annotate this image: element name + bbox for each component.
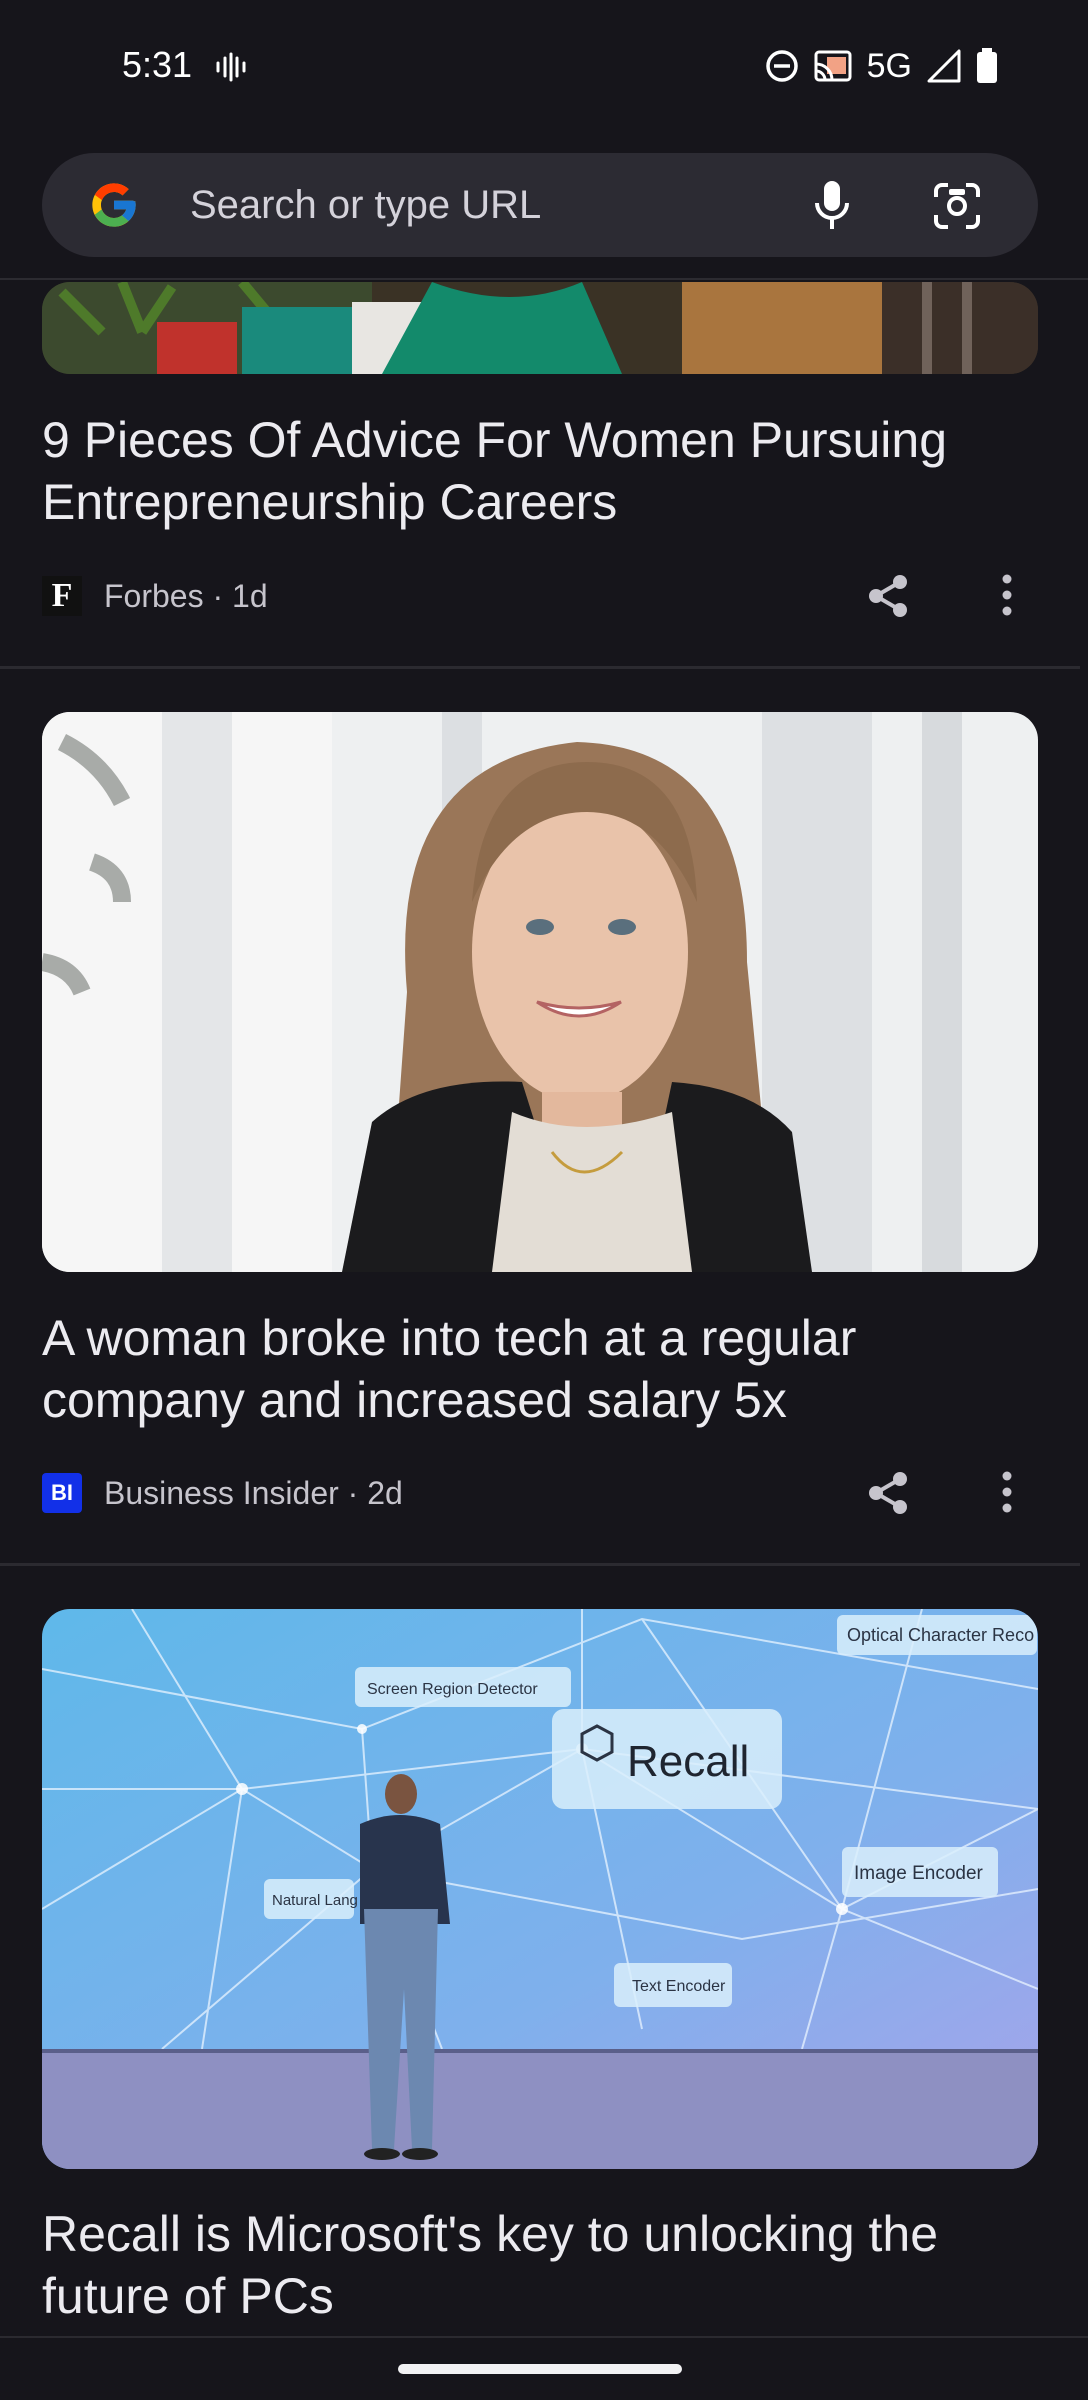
meta-separator: · — [338, 1474, 368, 1511]
article-title[interactable]: 9 Pieces Of Advice For Women Pursuing En… — [42, 409, 1042, 533]
article-age: 2d — [367, 1474, 403, 1511]
meta-separator: · — [203, 577, 233, 614]
omnibox[interactable]: Search or type URL — [42, 153, 1038, 257]
article-title[interactable]: Recall is Microsoft's key to unlocking t… — [42, 2203, 1042, 2327]
battery-icon — [977, 48, 997, 83]
article-meta: BI Business Insider · 2d — [42, 1473, 403, 1513]
source-icon-text: BI — [51, 1480, 73, 1505]
business-insider-logo-icon: BI — [42, 1473, 82, 1513]
lens-icon[interactable] — [932, 181, 982, 231]
source-name: Business Insider — [104, 1474, 339, 1511]
article-age: 1d — [232, 577, 268, 614]
more-options-icon[interactable] — [1000, 574, 1014, 616]
gesture-nav-handle[interactable] — [398, 2364, 682, 2374]
share-icon[interactable] — [866, 573, 910, 619]
mic-icon[interactable] — [812, 179, 852, 233]
article-image[interactable] — [42, 282, 1038, 374]
card-divider — [0, 1563, 1080, 1566]
vibrate-icon — [216, 52, 246, 82]
natural-lang-label: Natural Lang — [272, 1892, 358, 1909]
status-time: 5:31 — [122, 44, 193, 85]
more-options-icon[interactable] — [1000, 1471, 1014, 1513]
cast-icon — [814, 50, 852, 82]
card-divider — [0, 666, 1080, 669]
signal-icon — [927, 49, 961, 83]
status-bar: 5:31 5G — [0, 0, 1088, 135]
toolbar-divider — [0, 278, 1088, 280]
article-meta: F Forbes · 1d — [42, 576, 268, 616]
nav-divider — [0, 2336, 1088, 2338]
dnd-icon — [765, 50, 798, 82]
google-logo — [92, 183, 136, 227]
screen-region-label: Screen Region Detector — [367, 1681, 538, 1698]
article-image[interactable]: Recall Screen Region Detector Optical Ch… — [42, 1609, 1038, 2169]
article-image[interactable] — [42, 712, 1038, 1272]
share-icon[interactable] — [866, 1470, 910, 1516]
ocr-label: Optical Character Reco — [847, 1625, 1034, 1645]
search-input[interactable]: Search or type URL — [190, 183, 541, 228]
source-name: Forbes — [104, 577, 204, 614]
network-type: 5G — [866, 46, 912, 85]
forbes-logo-icon: F — [42, 576, 82, 616]
source-icon-text: F — [51, 577, 73, 614]
text-encoder-label: Text Encoder — [632, 1978, 726, 1995]
article-title[interactable]: A woman broke into tech at a regular com… — [42, 1307, 1042, 1431]
image-encoder-label: Image Encoder — [854, 1863, 984, 1884]
recall-label: Recall — [627, 1737, 749, 1786]
